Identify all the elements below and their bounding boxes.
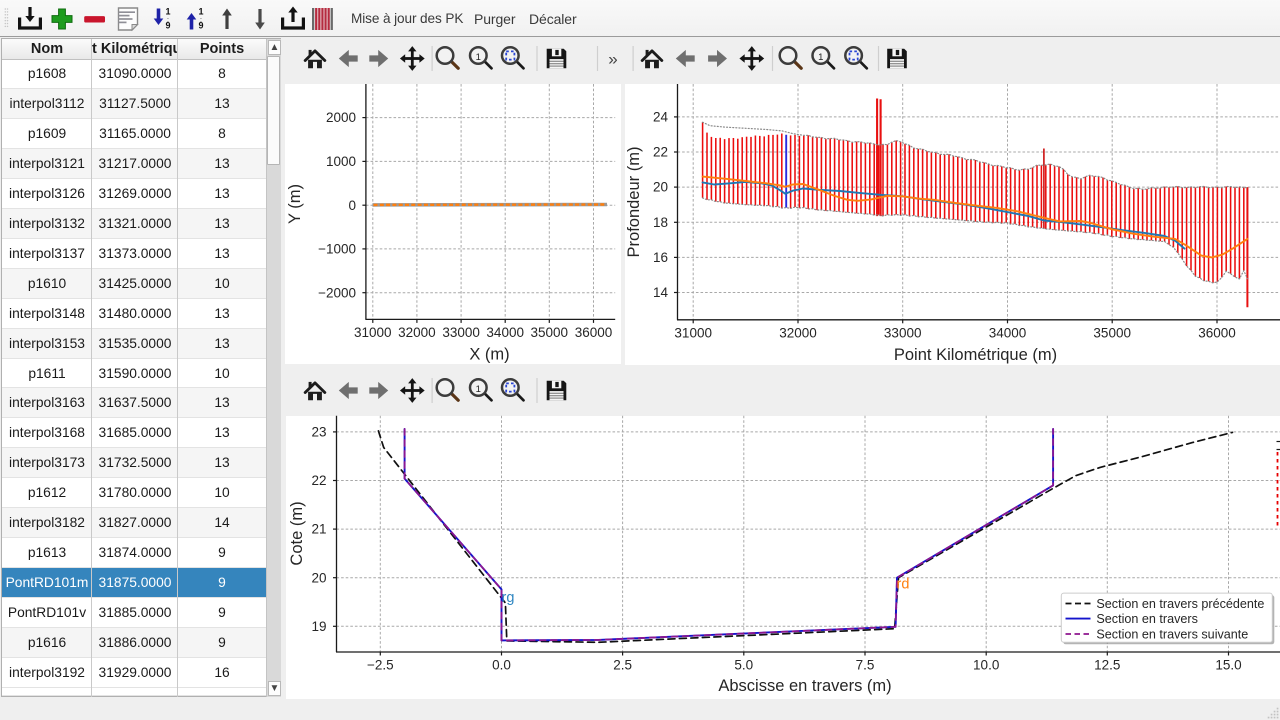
svg-text:19: 19	[311, 619, 326, 634]
svg-text:33000: 33000	[442, 325, 480, 340]
svg-text:7.5: 7.5	[856, 658, 875, 673]
svg-text:24: 24	[653, 110, 669, 125]
svg-text:1: 1	[198, 7, 203, 17]
svg-text:Abscisse en travers (m): Abscisse en travers (m)	[718, 677, 891, 695]
svg-text:0.0: 0.0	[492, 658, 511, 673]
svg-text:18: 18	[653, 215, 668, 230]
svg-text:34000: 34000	[989, 326, 1027, 341]
svg-text:Section en travers: Section en travers	[1096, 612, 1198, 626]
svg-text:1: 1	[476, 52, 481, 63]
svg-text:23: 23	[311, 425, 326, 440]
svg-text:−2000: −2000	[318, 285, 356, 300]
svg-text:35000: 35000	[1093, 326, 1131, 341]
svg-text:−2.5: −2.5	[367, 658, 394, 673]
svg-text:32000: 32000	[398, 325, 436, 340]
svg-text:20: 20	[653, 180, 668, 195]
svg-text:12.5: 12.5	[1094, 658, 1120, 673]
svg-text:Profondeur (m): Profondeur (m)	[625, 147, 643, 258]
svg-text:rg: rg	[502, 590, 515, 606]
svg-text:34000: 34000	[486, 325, 524, 340]
svg-text:X (m): X (m)	[469, 346, 509, 364]
svg-text:20: 20	[311, 570, 326, 585]
svg-text:Y (m): Y (m)	[286, 184, 304, 224]
svg-text::: :	[200, 17, 202, 24]
svg-text:0: 0	[348, 198, 356, 213]
svg-text:32000: 32000	[779, 326, 817, 341]
svg-text:rd: rd	[897, 577, 910, 593]
svg-text:36000: 36000	[1198, 326, 1236, 341]
svg-text::: :	[167, 17, 169, 24]
svg-text:1: 1	[165, 7, 170, 17]
svg-text:2.5: 2.5	[613, 658, 632, 673]
svg-text:14: 14	[653, 285, 669, 300]
svg-text:36000: 36000	[575, 325, 613, 340]
svg-text:5.0: 5.0	[734, 658, 753, 673]
svg-text:2000: 2000	[326, 110, 356, 125]
svg-text:Cote (m): Cote (m)	[288, 501, 306, 565]
svg-text:Section en travers suivante: Section en travers suivante	[1096, 627, 1248, 641]
svg-text:1000: 1000	[326, 154, 356, 169]
svg-text:10.0: 10.0	[973, 658, 999, 673]
svg-text:−1000: −1000	[318, 242, 356, 257]
svg-text:15.0: 15.0	[1215, 658, 1241, 673]
svg-text:31000: 31000	[354, 325, 392, 340]
svg-text:»: »	[608, 50, 617, 69]
svg-text:Section en travers précédente: Section en travers précédente	[1096, 597, 1264, 611]
svg-text:16: 16	[653, 250, 668, 265]
svg-text:Point Kilométrique (m): Point Kilométrique (m)	[894, 346, 1057, 364]
svg-text:1: 1	[476, 384, 481, 395]
svg-text:33000: 33000	[884, 326, 922, 341]
svg-text:22: 22	[653, 145, 668, 160]
svg-text:1: 1	[818, 52, 823, 63]
svg-text:35000: 35000	[531, 325, 569, 340]
svg-text:21: 21	[311, 522, 326, 537]
svg-text:22: 22	[311, 473, 326, 488]
svg-text:31000: 31000	[674, 326, 712, 341]
